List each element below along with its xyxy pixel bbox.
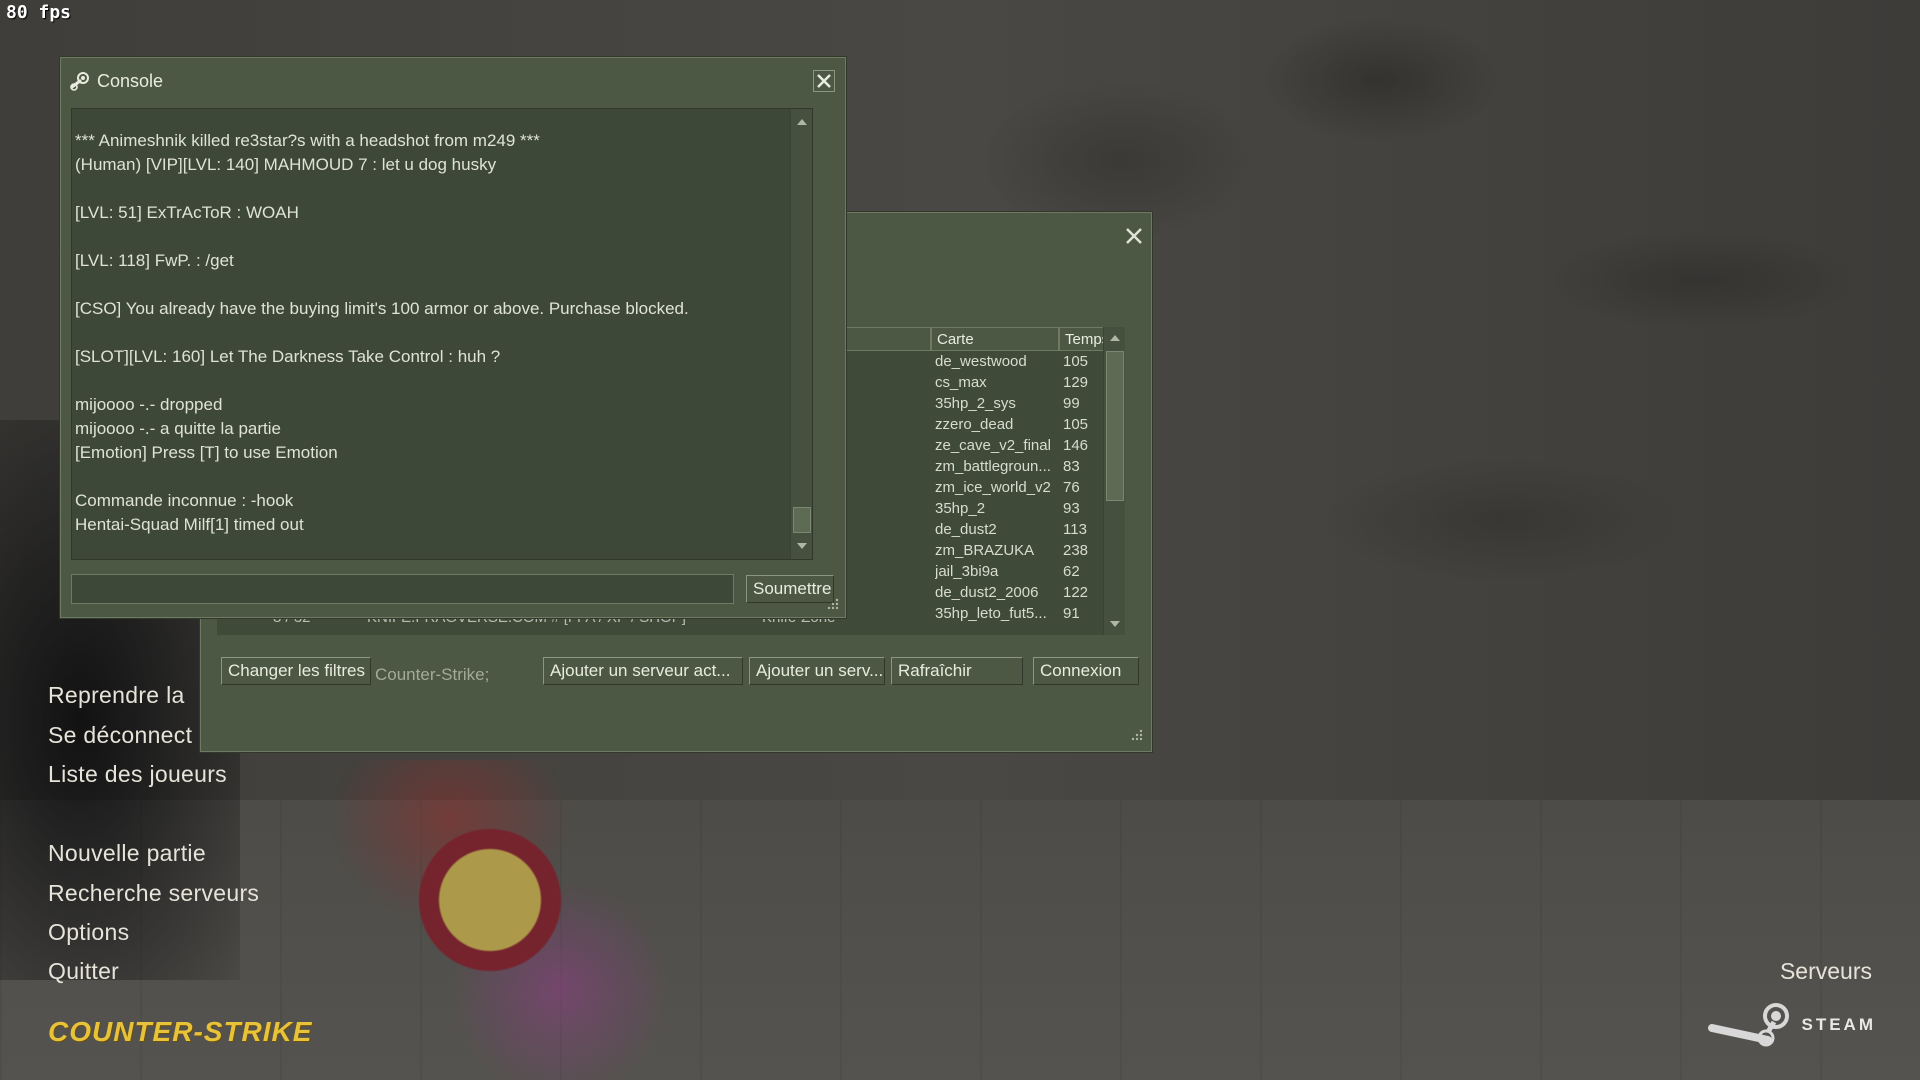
log-line: (Human) [VIP][LVL: 140] MAHMOUD 7 : let … — [75, 155, 497, 174]
row-time: 76 — [1063, 479, 1080, 496]
resize-grip-icon[interactable] — [1131, 729, 1143, 741]
menu-item-new-game[interactable]: Nouvelle partie — [48, 840, 206, 867]
refresh-button[interactable]: Rafraîchir — [891, 657, 1023, 685]
log-line: [CSO] You already have the buying limit'… — [75, 299, 689, 318]
server-list-scrollbar[interactable] — [1103, 327, 1125, 635]
row-time: 93 — [1063, 500, 1080, 517]
log-line: [SLOT][LVL: 160] Let The Darkness Take C… — [75, 347, 501, 366]
row-time: 105 — [1063, 416, 1089, 433]
row-time: 122 — [1063, 584, 1089, 601]
menu-item-resume[interactable]: Reprendre la — [48, 682, 185, 709]
log-line: mijoooo -.- a quitte la partie — [75, 419, 281, 438]
scroll-up-icon[interactable] — [1104, 327, 1125, 349]
add-current-server-button[interactable]: Ajouter un serveur act... — [543, 657, 743, 685]
scroll-up-icon[interactable] — [791, 111, 813, 133]
log-line: *** Animeshnik killed re3star?s with a h… — [75, 131, 540, 150]
row-time: 113 — [1063, 521, 1087, 538]
menu-item-options[interactable]: Options — [48, 919, 129, 946]
menu-item-find-servers[interactable]: Recherche serveurs — [48, 880, 259, 907]
counter-strike-logo: COUNTER-STRIKE — [48, 1016, 313, 1047]
log-line: Hentai-Squad Milf[1] timed out — [75, 515, 304, 534]
steam-icon — [1707, 1003, 1789, 1047]
scroll-down-icon[interactable] — [791, 535, 813, 557]
menu-item-disconnect[interactable]: Se déconnect — [48, 722, 192, 749]
row-map: 35hp_2_sys — [935, 395, 1016, 412]
row-time: 146 — [1063, 437, 1089, 454]
steam-label: STEAM — [1801, 1015, 1876, 1034]
menu-item-quit[interactable]: Quitter — [48, 958, 119, 985]
log-line: [LVL: 118] FwP. : /get — [75, 251, 234, 270]
steam-logo: STEAM — [1707, 1002, 1877, 1048]
row-map: 35hp_2 — [935, 500, 986, 517]
scroll-thumb[interactable] — [1106, 351, 1124, 501]
connect-button[interactable]: Connexion — [1033, 657, 1139, 685]
close-icon[interactable] — [1123, 225, 1145, 247]
steam-console-icon — [70, 72, 89, 91]
row-map: zm_ice_world_v2 — [935, 479, 1051, 496]
fps-counter: 80 fps — [6, 2, 72, 23]
change-filters-button[interactable]: Changer les filtres — [221, 657, 371, 685]
log-line: mijoooo -.- dropped — [75, 395, 223, 414]
row-map: jail_3bi9a — [935, 563, 999, 580]
background-ornament — [330, 760, 750, 1080]
log-line: [LVL: 51] ExTrAcToR : WOAH — [75, 203, 299, 222]
row-time: 129 — [1063, 374, 1089, 391]
add-server-button[interactable]: Ajouter un serv... — [749, 657, 885, 685]
row-map: de_dust2 — [935, 521, 997, 538]
console-window: Console *** Animeshnik killed re3star?s … — [60, 57, 846, 618]
console-scrollbar[interactable] — [790, 109, 813, 559]
row-map: cs_max — [935, 374, 987, 391]
scroll-thumb[interactable] — [793, 507, 811, 533]
row-map: de_dust2_2006 — [935, 584, 1039, 601]
close-icon[interactable] — [813, 70, 835, 92]
column-header-map[interactable]: Carte — [931, 327, 1059, 351]
row-map: zm_BRAZUKA — [935, 542, 1035, 559]
menu-item-player-list[interactable]: Liste des joueurs — [48, 761, 227, 788]
console-input[interactable] — [71, 574, 734, 604]
row-time: 99 — [1063, 395, 1080, 412]
row-map: zzero_dead — [935, 416, 1014, 433]
scroll-down-icon[interactable] — [1104, 613, 1125, 635]
row-time: 62 — [1063, 563, 1080, 580]
row-time: 83 — [1063, 458, 1080, 475]
row-time: 238 — [1063, 542, 1089, 559]
log-line: [Emotion] Press [T] to use Emotion — [75, 443, 338, 462]
row-map: zm_battlegroun... — [935, 458, 1051, 475]
log-line: Commande inconnue : -hook — [75, 491, 294, 510]
submit-button[interactable]: Soumettre — [746, 575, 834, 603]
filter-text: Counter-Strike; — [375, 665, 490, 684]
resize-grip-icon[interactable] — [827, 598, 839, 610]
servers-label[interactable]: Serveurs — [1780, 958, 1872, 985]
console-title: Console — [97, 71, 164, 91]
console-title-bar[interactable]: Console — [61, 58, 845, 102]
row-map: de_westwood — [935, 353, 1027, 370]
console-log: *** Animeshnik killed re3star?s with a h… — [71, 108, 813, 560]
row-map: ze_cave_v2_final — [935, 437, 1051, 454]
row-time: 105 — [1063, 353, 1089, 370]
